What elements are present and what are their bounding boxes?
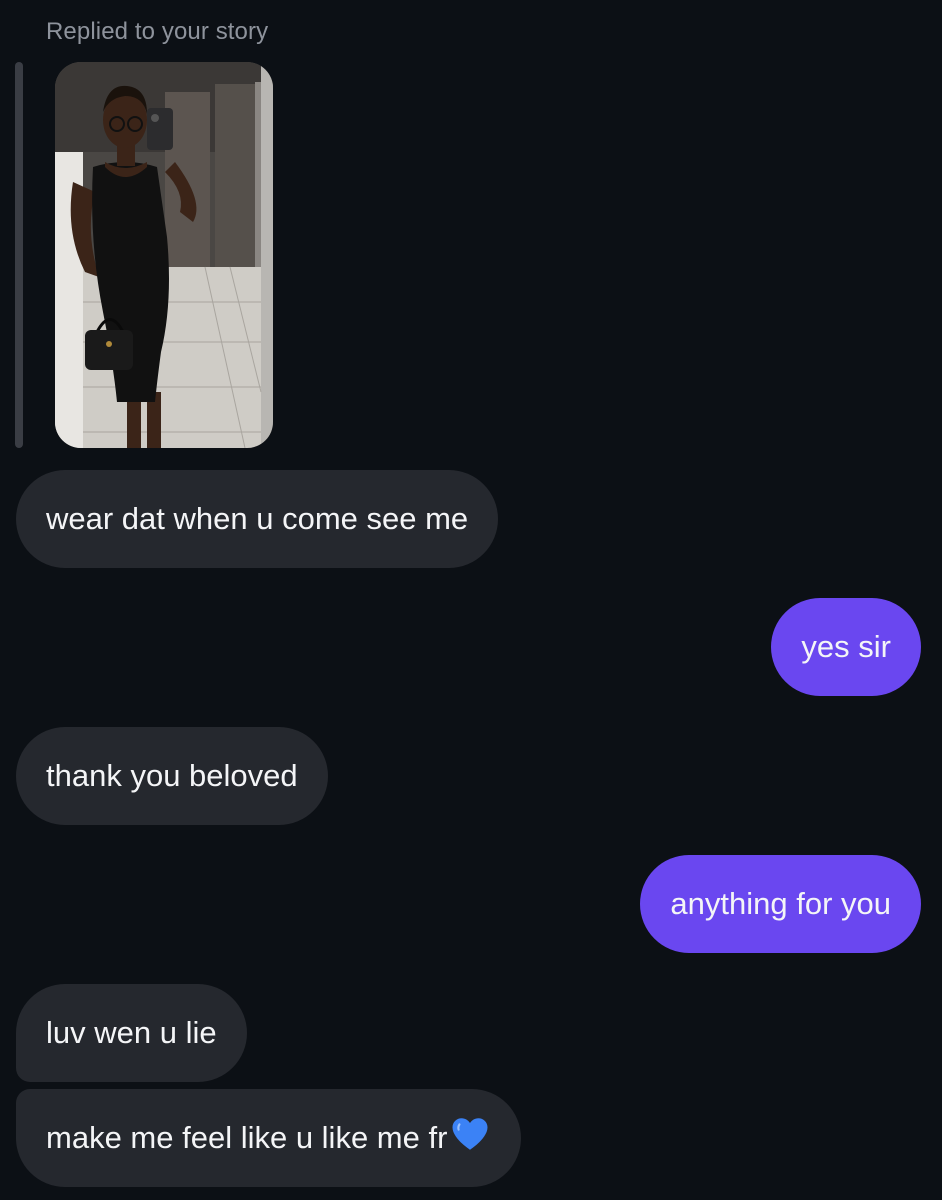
message-text: anything for you: [670, 886, 891, 921]
reply-label: Replied to your story: [46, 18, 269, 45]
message-bubble-received[interactable]: thank you beloved: [16, 727, 328, 825]
message-bubble-received[interactable]: make me feel like u like me fr: [16, 1089, 522, 1187]
story-thumbnail[interactable]: [55, 62, 273, 448]
message-text: make me feel like u like me fr: [46, 1120, 448, 1155]
message-text: yes sir: [801, 629, 891, 664]
message-text: wear dat when u come see me: [46, 501, 469, 536]
reply-quote-bar: [15, 62, 23, 448]
message-text: luv wen u lie: [46, 1015, 217, 1050]
message-text: thank you beloved: [46, 758, 298, 793]
message-bubble-sent[interactable]: anything for you: [640, 855, 921, 953]
message-bubble-received[interactable]: wear dat when u come see me: [16, 470, 499, 568]
message-bubble-received[interactable]: luv wen u lie: [16, 984, 247, 1082]
message-bubble-sent[interactable]: yes sir: [771, 598, 921, 696]
blue-heart-icon: [449, 1113, 491, 1163]
story-photo: [55, 62, 273, 448]
